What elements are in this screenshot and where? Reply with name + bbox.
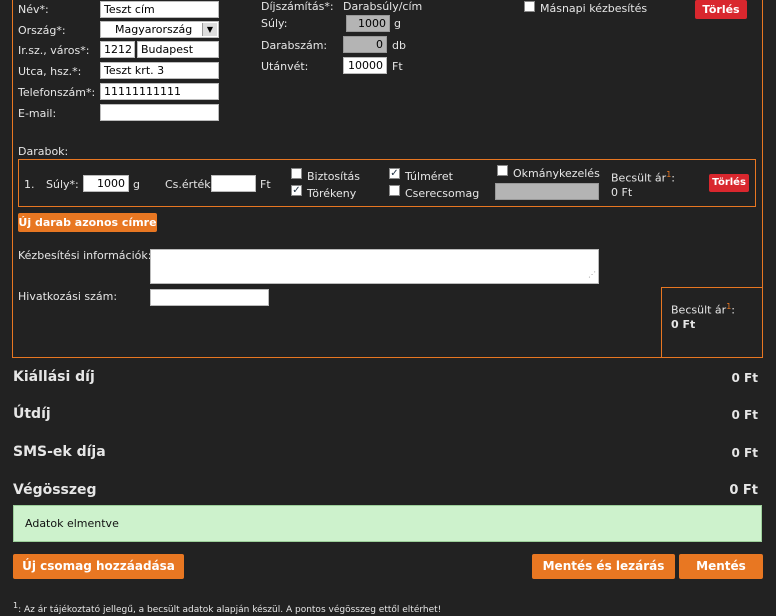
next-day-checkbox[interactable] (524, 1, 535, 12)
street-input[interactable]: Teszt krt. 3 (100, 62, 219, 79)
piece-est-value: 0 Ft (611, 186, 633, 199)
fragile-checkbox[interactable]: ✓ (291, 185, 302, 196)
zip-input[interactable]: 1212 (100, 41, 135, 58)
street-label: Utca, hsz.*: (18, 65, 82, 78)
status-message-text: Adatok elmentve (25, 517, 119, 530)
calc-label: Díjszámítás*: (261, 0, 334, 13)
status-message: Adatok elmentve (13, 505, 762, 542)
count-label: Darabszám: (261, 39, 328, 52)
city-input[interactable]: Budapest (137, 41, 219, 58)
delivery-info-textarea[interactable]: ⋰ (150, 249, 599, 284)
piece-index: 1. (24, 178, 35, 191)
insurance-checkbox[interactable] (291, 168, 302, 179)
document-checkbox[interactable] (497, 165, 508, 176)
cod-label: Utánvét: (261, 60, 309, 73)
total-est-value: 0 Ft (671, 318, 696, 331)
summary-label-toll: Útdíj (13, 406, 51, 422)
delete-address-button[interactable]: Törlés (695, 0, 747, 19)
insurance-label: Biztosítás (307, 170, 360, 183)
piece-weight-input[interactable]: 1000 (83, 175, 129, 192)
piece-weight-unit: g (133, 178, 140, 191)
summary-value-sms: 0 Ft (731, 446, 758, 460)
piece-est-label: Becsült ár1: (611, 170, 675, 185)
fragile-label: Törékeny (307, 187, 357, 200)
resize-handle-icon[interactable]: ⋰ (588, 267, 596, 282)
summary-label-standing-fee: Kiállási díj (13, 369, 95, 385)
summary-value-standing-fee: 0 Ft (731, 371, 758, 385)
summary-value-total: 0 Ft (729, 483, 758, 498)
summary-label-sms: SMS-ek díja (13, 444, 106, 460)
total-est-text: Becsült ár (671, 303, 727, 317)
swap-label: Cserecsomag (405, 187, 480, 200)
footnote-text: : Az ár tájékoztató jellegű, a becsült a… (18, 605, 442, 615)
piece-est-colon: : (671, 171, 676, 185)
country-select[interactable]: Magyarország ▼ (100, 21, 219, 38)
weight-label: Súly: (261, 17, 288, 30)
total-est-label: Becsült ár1: (671, 302, 735, 317)
reference-input[interactable] (150, 289, 269, 306)
oversize-checkbox[interactable]: ✓ (389, 168, 400, 179)
total-est-colon: : (731, 303, 736, 317)
oversize-label: Túlméret (405, 170, 453, 183)
zip-city-label: Ir.sz., város*: (18, 44, 90, 57)
piece-value-label: Cs.érték: (165, 178, 215, 191)
delivery-info-label: Kézbesítési információk: (18, 249, 152, 262)
phone-input[interactable]: 11111111111 (100, 83, 219, 100)
save-close-button[interactable]: Mentés és lezárás (532, 554, 675, 579)
email-input[interactable] (100, 104, 219, 121)
piece-value-input[interactable] (211, 175, 256, 192)
summary-value-toll: 0 Ft (731, 408, 758, 422)
phone-label: Telefonszám*: (18, 86, 96, 99)
name-input[interactable]: Teszt cím (100, 1, 219, 18)
document-label: Okmánykezelés (513, 167, 600, 180)
chevron-down-icon[interactable]: ▼ (202, 23, 217, 36)
cod-unit: Ft (392, 60, 403, 73)
save-button[interactable]: Mentés (679, 554, 763, 579)
swap-checkbox[interactable] (389, 185, 400, 196)
reference-label: Hivatkozási szám: (18, 290, 118, 303)
add-package-button[interactable]: Új csomag hozzáadása (13, 554, 184, 579)
document-input (495, 183, 599, 200)
name-label: Név*: (18, 3, 49, 16)
count-input: 0 (343, 36, 387, 53)
estimate-divider-top (661, 287, 762, 288)
country-select-value: Magyarország (115, 23, 193, 36)
piece-est-text: Becsült ár (611, 171, 667, 185)
cod-input[interactable]: 10000 (343, 57, 387, 74)
email-label: E-mail: (18, 107, 57, 120)
weight-unit: g (394, 17, 401, 30)
country-label: Ország*: (18, 24, 66, 37)
weight-input: 1000 (346, 15, 390, 32)
calc-value: Darabsúly/cím (343, 0, 423, 13)
count-unit: db (392, 39, 406, 52)
piece-weight-label: Súly*: (46, 178, 79, 191)
next-day-label: Másnapi kézbesítés (540, 2, 648, 15)
footnote: 1: Az ár tájékoztató jellegű, a becsült … (13, 601, 441, 615)
estimate-divider (661, 287, 662, 357)
delete-piece-button[interactable]: Törlés (709, 174, 749, 192)
pieces-title: Darabok: (18, 145, 69, 158)
add-piece-button[interactable]: Új darab azonos címre (18, 213, 157, 232)
piece-value-unit: Ft (260, 178, 271, 191)
summary-label-total: Végösszeg (13, 482, 97, 498)
